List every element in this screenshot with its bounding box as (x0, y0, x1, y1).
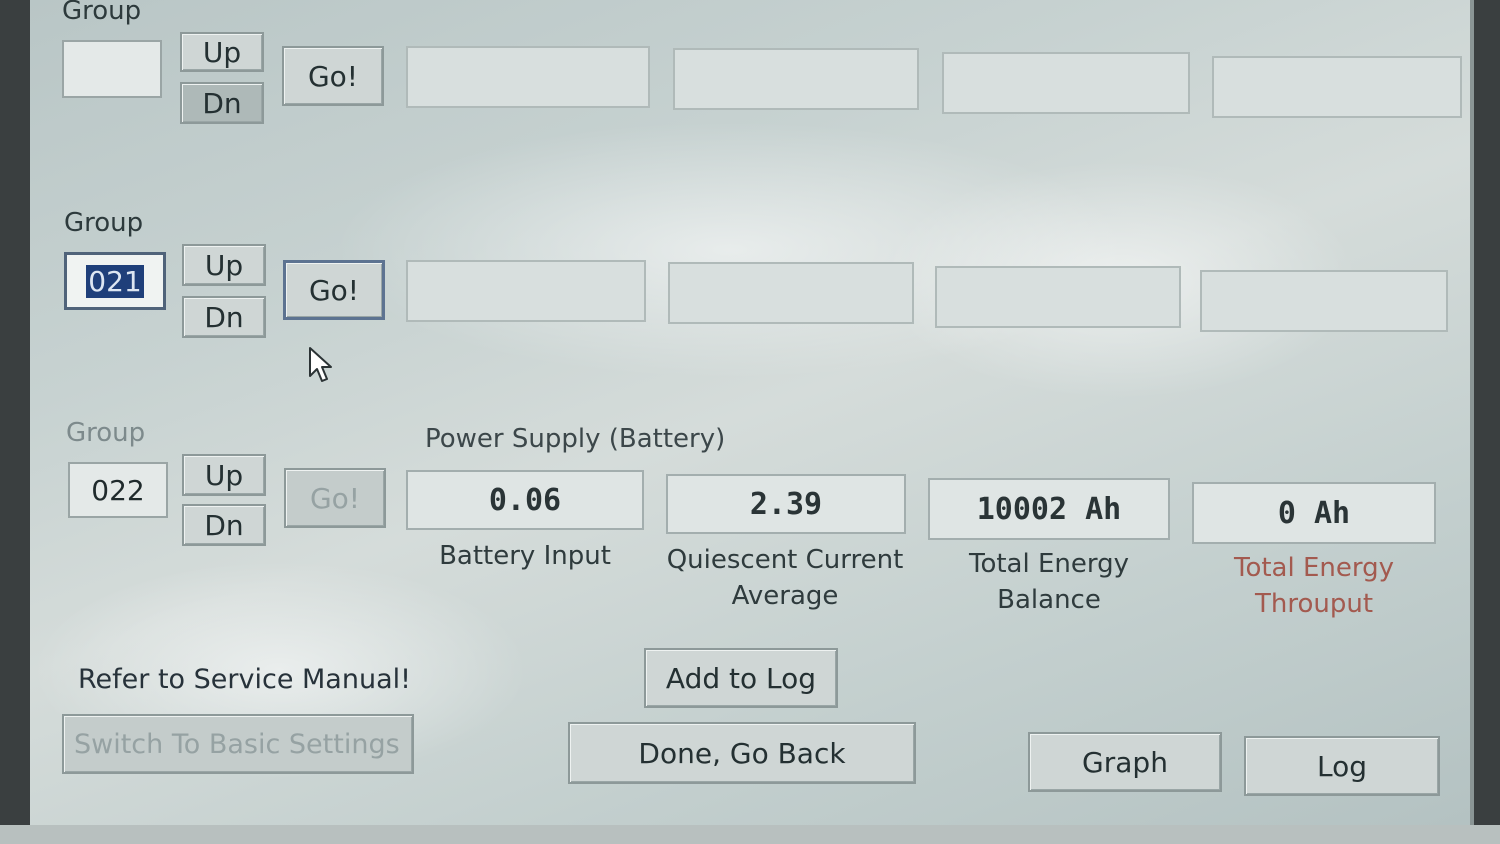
go-button-2[interactable]: Go! (283, 260, 385, 320)
log-button[interactable]: Log (1244, 736, 1440, 796)
group-down-button-1[interactable]: Dn (180, 82, 264, 124)
energy-throughput-caption-line1: Total Energy (1233, 553, 1394, 583)
row1-cell-4 (1212, 56, 1462, 118)
row2-cell-2 (668, 262, 914, 324)
row1-cell-3 (942, 52, 1190, 114)
group-down-button-2[interactable]: Dn (182, 296, 266, 338)
add-to-log-button[interactable]: Add to Log (644, 648, 838, 708)
energy-balance-readout: 10002 Ah (928, 478, 1170, 540)
quiescent-current-caption: Quiescent Current Average (650, 542, 920, 614)
settings-panel: Group Up Dn Go! Group 021 Up Dn Go! Grou… (30, 0, 1474, 829)
quiescent-current-caption-line1: Quiescent Current (666, 545, 904, 575)
group-label-1: Group (62, 0, 142, 26)
energy-throughput-caption: Total Energy Throuput (1192, 550, 1436, 622)
energy-balance-caption: Total Energy Balance (928, 546, 1170, 618)
group-label-3: Group (66, 418, 146, 448)
group-up-button-2[interactable]: Up (182, 244, 266, 286)
row2-cell-4 (1200, 270, 1448, 332)
row2-cell-3 (935, 266, 1181, 328)
go-button-3[interactable]: Go! (284, 468, 386, 528)
group-up-button-1[interactable]: Up (180, 32, 264, 72)
done-go-back-button[interactable]: Done, Go Back (568, 722, 916, 784)
energy-throughput-readout: 0 Ah (1192, 482, 1436, 544)
group-label-2: Group (64, 208, 144, 238)
row2-cell-1 (406, 260, 646, 322)
group-input-2-value: 021 (86, 264, 144, 298)
quiescent-current-readout: 2.39 (666, 474, 906, 534)
battery-input-caption-line1: Battery Input (439, 541, 611, 571)
group-down-button-3[interactable]: Dn (182, 504, 266, 546)
energy-balance-caption-line1: Total Energy (968, 549, 1129, 579)
group-input-3[interactable]: 022 (68, 462, 168, 518)
energy-balance-caption-line2: Balance (997, 585, 1101, 615)
quiescent-current-caption-line2: Average (731, 581, 839, 611)
go-button-1[interactable]: Go! (282, 46, 384, 106)
mouse-cursor-icon (309, 347, 332, 382)
group-input-1[interactable] (62, 40, 162, 98)
service-manual-notice: Refer to Service Manual! (78, 664, 411, 695)
energy-throughput-caption-line2: Throuput (1254, 589, 1374, 619)
group-up-button-3[interactable]: Up (182, 454, 266, 496)
battery-input-readout: 0.06 (406, 470, 644, 530)
switch-basic-settings-button[interactable]: Switch To Basic Settings (62, 714, 414, 774)
screen-bezel (0, 825, 1500, 844)
row1-cell-2 (673, 48, 919, 110)
battery-input-caption: Battery Input (406, 538, 644, 574)
row1-cell-1 (406, 46, 650, 108)
power-supply-title: Power Supply (Battery) (425, 424, 726, 454)
graph-button[interactable]: Graph (1028, 732, 1222, 792)
group-input-2[interactable]: 021 (64, 252, 166, 310)
